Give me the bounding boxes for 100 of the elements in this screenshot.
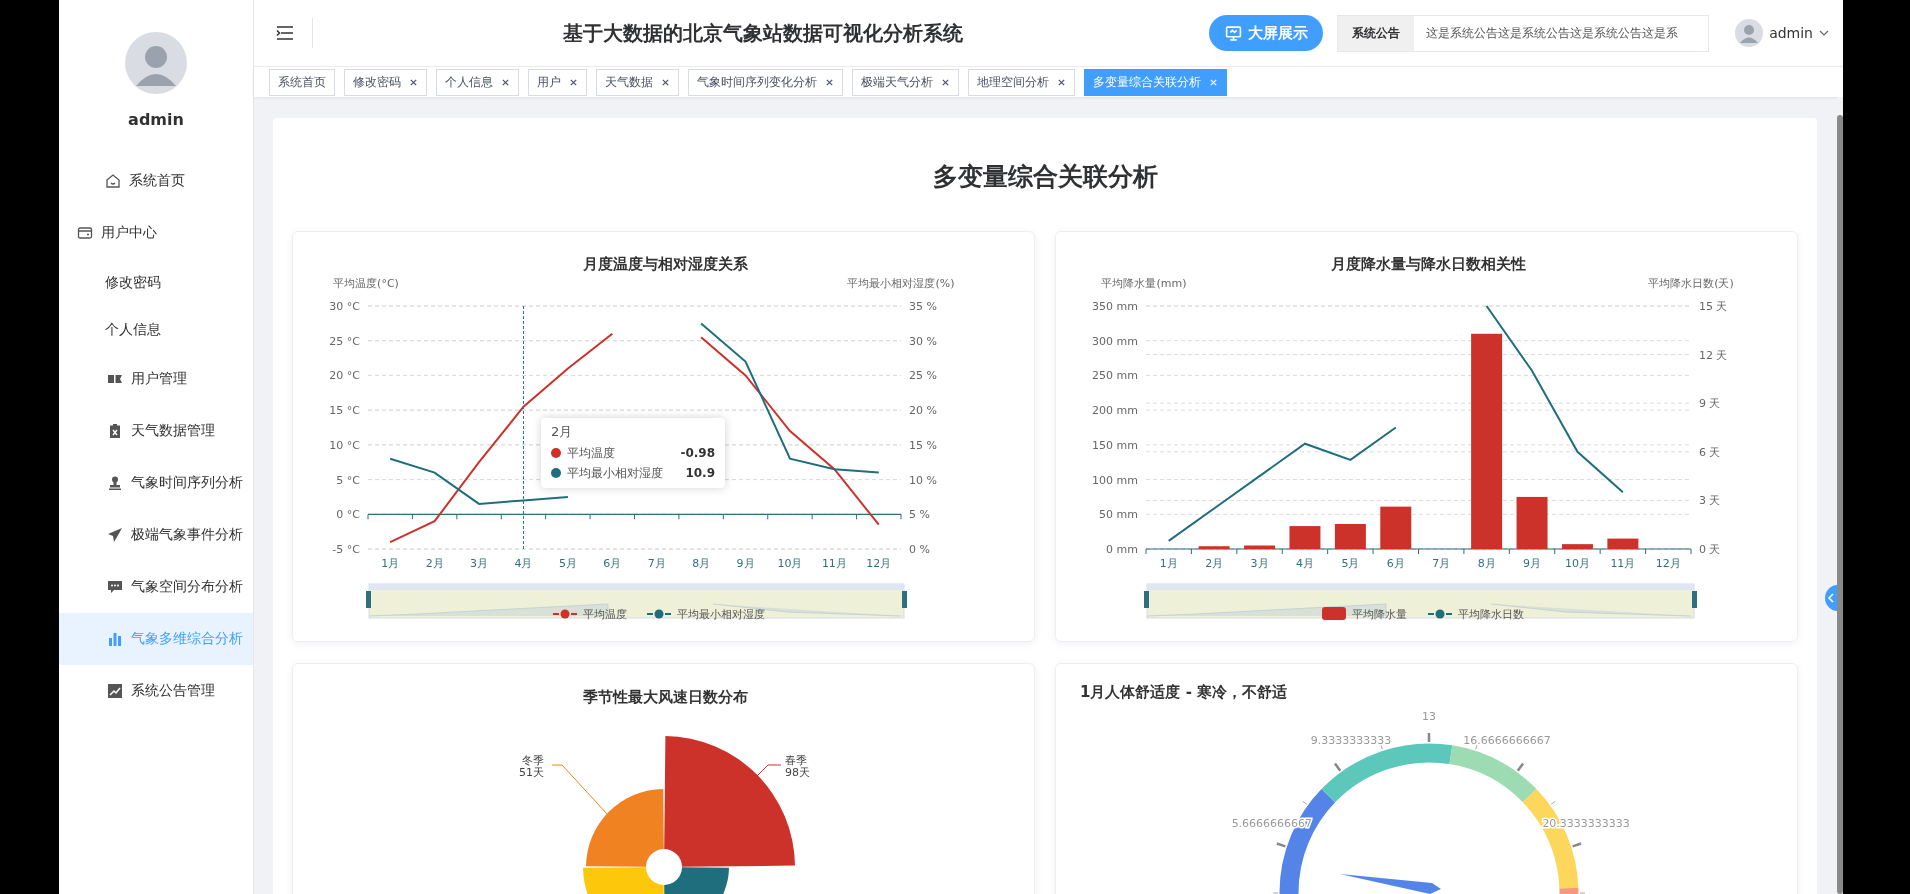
axis-label: 35 % [909,300,937,313]
axis-label: 7月 [1432,557,1451,570]
menu-item[interactable]: 气象空间分布分析 [59,561,253,613]
slider-handle[interactable] [902,591,907,608]
tab[interactable]: 个人信息 [436,68,519,96]
axis-label: 8月 [1477,557,1496,570]
axis-label: 10 % [909,473,937,487]
tab[interactable]: 气象时间序列变化分析 [688,68,843,96]
axis-label: 50 mm [1099,508,1138,522]
menu-item[interactable]: 极端气象事件分析 [59,509,253,561]
slider-handle[interactable] [1692,591,1697,608]
axis-label: 0 °C [336,508,360,522]
slice-label: 冬季 51天 [519,754,544,779]
axis-label: 9月 [736,557,755,570]
axis-label: 4月 [1295,557,1314,570]
legend-label: 平均降水量 [1352,608,1407,621]
chart-title: 季节性最大风速日数分布 [582,688,748,706]
menu-item[interactable]: 用户管理 [59,353,253,405]
chart-title: 月度降水量与降水日数相关性 [1330,255,1526,273]
axis-label: 25 °C [329,334,360,348]
menu-icon[interactable] [276,26,294,40]
data-zoom-slider[interactable] [1144,583,1697,619]
tab[interactable]: 修改密码 [344,68,427,96]
username: admin [128,110,184,129]
axis-label: 25 % [909,369,937,383]
axis-label: 8月 [692,557,711,570]
axis-label: 250 mm [1092,369,1138,383]
axis-label: 10月 [777,557,803,570]
gauge-label: 16.6666666667 [1463,733,1551,747]
axis-label: -5 °C [332,543,360,556]
close-icon[interactable] [941,77,950,87]
axis-label: 15 °C [329,404,360,418]
stamp-icon [107,475,123,491]
submenu-title[interactable]: 用户中心 [59,207,253,259]
legend-item[interactable]: 平均降水量 [1322,607,1407,621]
menu-item[interactable]: 天气数据管理 [59,405,253,457]
menu-item[interactable]: 个人信息 [59,306,253,353]
axis-label: 0 天 [1699,543,1721,556]
data-zoom-slider[interactable] [366,583,907,619]
gauge-label: 9.3333333333 [1310,733,1392,747]
axis-label: 10 °C [329,438,360,452]
notice-label: 系统公告 [1338,15,1415,51]
tab[interactable]: 极端天气分析 [852,68,959,96]
axis-label: 7月 [647,557,666,570]
close-icon[interactable] [1057,77,1066,87]
axis-label: 6 天 [1699,445,1721,459]
close-icon[interactable] [501,77,510,87]
axis-label: 2月 [425,557,444,570]
menu-item[interactable]: 系统公告管理 [59,665,253,717]
legend-label: 平均降水日数 [1458,608,1524,621]
axis-label: 5月 [558,557,577,570]
card-icon [77,225,93,241]
close-icon[interactable] [569,77,578,87]
close-icon[interactable] [409,77,418,87]
axis-label: 200 mm [1092,404,1138,418]
menu-item[interactable]: 系统首页 [59,155,253,207]
chart-title: 月度温度与相对湿度关系 [582,255,748,273]
slider-handle[interactable] [1144,591,1149,608]
system-title: 基于大数据的北京气象站数据可视化分析系统 [563,19,963,47]
axis-label: 11月 [821,557,847,570]
axis-label: 12 天 [1699,348,1728,362]
axis-label: 12月 [1655,557,1681,570]
caret-icon [1819,30,1829,36]
close-icon[interactable] [661,77,670,87]
axis-label: 15 % [909,438,937,452]
chart-title: 1月人体舒适度 - 寒冷，不舒适 [1080,683,1288,701]
axis-label: 150 mm [1092,438,1138,452]
axis-label: 2月 [1205,557,1224,570]
axis-label: 3月 [470,557,489,570]
tab[interactable]: 地理空间分析 [968,68,1075,96]
axis-label: 30 % [909,334,937,348]
tab[interactable]: 系统首页 [269,68,335,96]
axis-label: 12月 [866,557,892,570]
notice-text: 这是系统公告这是系统公告这是系统公告这是系 [1425,24,1679,42]
tab[interactable]: 用户 [528,68,587,96]
chat-icon [107,579,123,595]
axis-title: 平均温度(°C) [333,277,399,290]
axis-label: 30 °C [329,300,360,313]
series-name: 平均温度 [567,444,616,462]
home-icon [105,173,121,189]
gauge-label: 13 [1422,710,1436,723]
menu-item[interactable]: 修改密码 [59,259,253,306]
close-icon[interactable] [825,77,834,87]
user-menu[interactable]: admin [1729,18,1835,48]
axis-label: 20 °C [329,369,360,383]
axis-label: 6月 [1386,557,1405,570]
legend-label: 平均最小相对湿度 [677,608,765,621]
axis-label: 15 天 [1699,300,1728,313]
menu-item[interactable]: 气象时间序列分析 [59,457,253,509]
axis-label: 0 % [909,543,930,556]
line-chart-icon [107,683,123,699]
axis-label: 6月 [603,557,622,570]
series-value: -0.98 [680,446,715,460]
tooltip-title: 2月 [551,423,574,441]
slice-label: 春季 98天 [785,754,810,779]
axis-label: 9 天 [1699,397,1721,411]
axis-label: 20 % [909,404,937,418]
axis-title: 平均降水日数(天) [1648,277,1734,290]
tab[interactable]: 天气数据 [596,68,679,96]
slider-handle[interactable] [366,591,371,608]
